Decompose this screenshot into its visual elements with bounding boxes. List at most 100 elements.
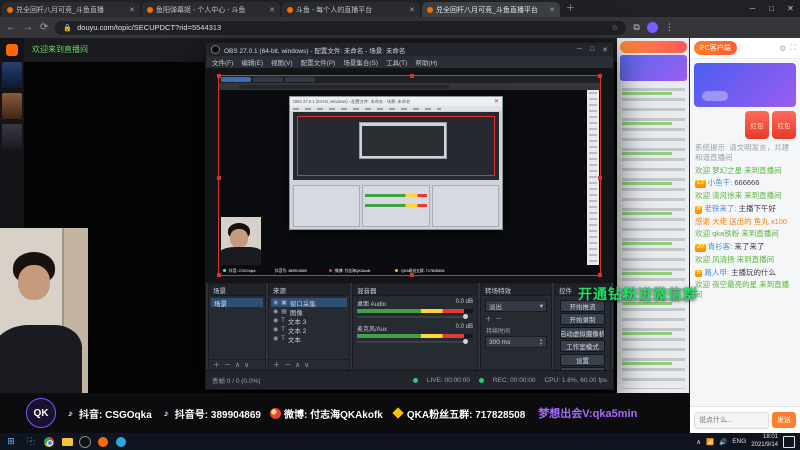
spin-arrows[interactable]: ▲ ▼ bbox=[539, 338, 543, 345]
stream-video[interactable]: 欢迎来到直播间 OBS 27.0.1 (64-bit, windows) - 配… bbox=[24, 38, 690, 433]
mixer-dock-title[interactable]: 混音器 bbox=[353, 284, 477, 296]
tab-close-icon[interactable]: ✕ bbox=[269, 6, 275, 14]
back-icon[interactable]: ← bbox=[6, 22, 16, 33]
tray-expand-icon[interactable]: ∧ bbox=[696, 438, 701, 446]
remove-source-icon[interactable]: － bbox=[284, 360, 291, 370]
chat-input[interactable] bbox=[694, 411, 769, 429]
eye-icon[interactable]: ◉ bbox=[273, 299, 278, 306]
add-source-icon[interactable]: ＋ bbox=[273, 360, 280, 370]
start-recording-button[interactable]: 开始录制 bbox=[560, 313, 605, 325]
browser-tab-4-active[interactable]: 兑全回杆八月可竞_斗鱼直播平台 ✕ bbox=[422, 2, 560, 17]
selection-handle[interactable] bbox=[409, 74, 414, 78]
selection-handle[interactable] bbox=[598, 74, 602, 78]
recommended-stream-thumb[interactable] bbox=[2, 93, 22, 119]
obs-menu-view[interactable]: 视图(V) bbox=[271, 57, 293, 67]
maximize-button[interactable]: □ bbox=[762, 0, 781, 17]
scene-down-icon[interactable]: ∨ bbox=[244, 361, 249, 369]
forward-icon[interactable]: → bbox=[23, 22, 33, 33]
tab-close-icon[interactable]: ✕ bbox=[549, 6, 555, 14]
notification-center-icon[interactable] bbox=[783, 435, 795, 448]
close-button[interactable]: ✕ bbox=[781, 0, 800, 17]
pc-client-button[interactable]: PC客户端 bbox=[694, 41, 737, 55]
network-icon[interactable]: 📶 bbox=[706, 438, 714, 446]
red-packet-button[interactable]: 红包 bbox=[745, 111, 769, 139]
slider-knob[interactable] bbox=[463, 339, 468, 344]
chrome-taskbar-icon[interactable] bbox=[40, 435, 58, 448]
minimize-button[interactable]: ─ bbox=[743, 0, 762, 17]
recommended-stream-thumb[interactable] bbox=[2, 62, 22, 88]
obs-close-button[interactable]: ✕ bbox=[602, 46, 608, 54]
obs-taskbar-icon[interactable] bbox=[76, 435, 94, 448]
selection-handle[interactable] bbox=[598, 175, 602, 180]
scene-up-icon[interactable]: ∧ bbox=[235, 361, 240, 369]
tab-close-icon[interactable]: ✕ bbox=[129, 6, 135, 14]
slider-knob[interactable] bbox=[463, 314, 468, 319]
douyu-taskbar-icon[interactable] bbox=[94, 435, 112, 448]
obs-maximize-button[interactable]: □ bbox=[590, 46, 594, 54]
browser-avatar[interactable] bbox=[646, 22, 658, 33]
volume-icon[interactable]: 🔊 bbox=[719, 438, 727, 446]
duration-spinbox[interactable]: 300 ms ▲ ▼ bbox=[485, 336, 547, 348]
scenes-dock-title[interactable]: 场景 bbox=[209, 284, 265, 296]
start-button[interactable]: ⊞ bbox=[0, 436, 22, 447]
douyu-logo[interactable] bbox=[6, 44, 18, 56]
explorer-taskbar-icon[interactable] bbox=[58, 435, 76, 448]
expand-icon[interactable]: ⛶ bbox=[790, 43, 796, 53]
input-language[interactable]: ENG bbox=[732, 438, 746, 445]
obs-menu-file[interactable]: 文件(F) bbox=[212, 57, 233, 67]
obs-menu-tools[interactable]: 工具(T) bbox=[386, 57, 407, 67]
transition-select[interactable]: 淡出 ▾ bbox=[485, 300, 547, 312]
obs-canvas[interactable]: OBS 27.0.1 (64-bit, windows) - 配置文件: 未命名… bbox=[217, 74, 602, 277]
source-item[interactable]: ◉ ▣ 窗口采集 bbox=[271, 298, 347, 307]
task-view-icon[interactable]: ⿻ bbox=[22, 435, 40, 448]
volume-slider[interactable] bbox=[357, 314, 473, 320]
obs-preview[interactable]: OBS 27.0.1 (64-bit, windows) - 配置文件: 未命名… bbox=[206, 68, 613, 283]
send-button[interactable]: 发送 bbox=[772, 412, 796, 428]
studio-mode-button[interactable]: 工作室模式 bbox=[560, 340, 605, 352]
browser-menu-icon[interactable]: ⋮ bbox=[665, 22, 674, 33]
add-scene-icon[interactable]: ＋ bbox=[213, 360, 220, 370]
sources-dock-title[interactable]: 来源 bbox=[269, 284, 349, 296]
remove-scene-icon[interactable]: － bbox=[224, 360, 231, 370]
browser-tab-2[interactable]: 鱼阳弹幕姬 - 个人中心 - 斗鱼 ✕ bbox=[142, 2, 280, 17]
virtual-camera-button[interactable]: 启动虚拟摄像机 bbox=[560, 326, 605, 339]
add-transition-icon[interactable]: ＋ bbox=[485, 314, 492, 324]
source-down-icon[interactable]: ∨ bbox=[304, 361, 309, 369]
chat-message-list[interactable]: 系统提示: 请文明发言，共建和谐直播间 欢迎 梦幻之星 来到直播间 12小鱼干6… bbox=[690, 141, 800, 406]
selection-handle[interactable] bbox=[598, 273, 602, 277]
recommended-stream-thumb[interactable] bbox=[2, 124, 22, 150]
reload-icon[interactable]: ⟳ bbox=[40, 22, 48, 33]
extensions-icon[interactable]: ⧉ bbox=[633, 22, 639, 33]
selection-handle[interactable] bbox=[217, 175, 221, 180]
obs-menu-edit[interactable]: 编辑(E) bbox=[241, 57, 263, 67]
obs-menu-help[interactable]: 帮助(H) bbox=[415, 57, 437, 67]
source-item[interactable]: ◉ T 文本 3 bbox=[271, 316, 347, 326]
browser-tab-1[interactable]: 兑全回杆八月可竞_斗鱼直播 ✕ bbox=[2, 2, 140, 17]
selection-handle[interactable] bbox=[409, 273, 414, 277]
settings-button[interactable]: 设置 bbox=[560, 353, 605, 366]
clock[interactable]: 18:01 2021/9/14 bbox=[751, 434, 778, 448]
promo-ad-card[interactable] bbox=[694, 63, 796, 107]
eye-icon[interactable]: ◉ bbox=[273, 308, 278, 315]
source-item[interactable]: ◉ T 文本 2 bbox=[271, 325, 347, 335]
scene-item[interactable]: 场景 bbox=[211, 298, 263, 308]
address-bar[interactable]: 🔒 douyu.com/topic/SECUPDCT?rid=5544313 ☆ bbox=[55, 20, 627, 35]
bookmark-star-icon[interactable]: ☆ bbox=[611, 23, 618, 32]
selection-handle[interactable] bbox=[217, 273, 221, 277]
source-item[interactable]: ◉ T 文本 bbox=[271, 334, 347, 344]
volume-slider[interactable] bbox=[357, 339, 473, 345]
eye-icon[interactable]: ◉ bbox=[273, 317, 278, 324]
new-tab-button[interactable]: ＋ bbox=[566, 1, 575, 14]
obs-menu-scene-collection[interactable]: 场景集合(S) bbox=[343, 57, 378, 67]
eye-icon[interactable]: ◉ bbox=[273, 326, 278, 333]
source-up-icon[interactable]: ∧ bbox=[295, 361, 300, 369]
transitions-dock-title[interactable]: 转场特效 bbox=[481, 284, 551, 296]
tab-close-icon[interactable]: ✕ bbox=[409, 6, 415, 14]
qq-taskbar-icon[interactable] bbox=[112, 435, 130, 448]
remove-transition-icon[interactable]: － bbox=[495, 314, 502, 324]
selection-handle[interactable] bbox=[217, 74, 221, 78]
obs-minimize-button[interactable]: ─ bbox=[577, 46, 582, 54]
source-item[interactable]: ◉ ▤ 图像 bbox=[271, 307, 347, 316]
obs-menu-profile[interactable]: 配置文件(P) bbox=[301, 57, 336, 67]
browser-tab-3[interactable]: 斗鱼 - 每个人的直播平台 ✕ bbox=[282, 2, 420, 17]
